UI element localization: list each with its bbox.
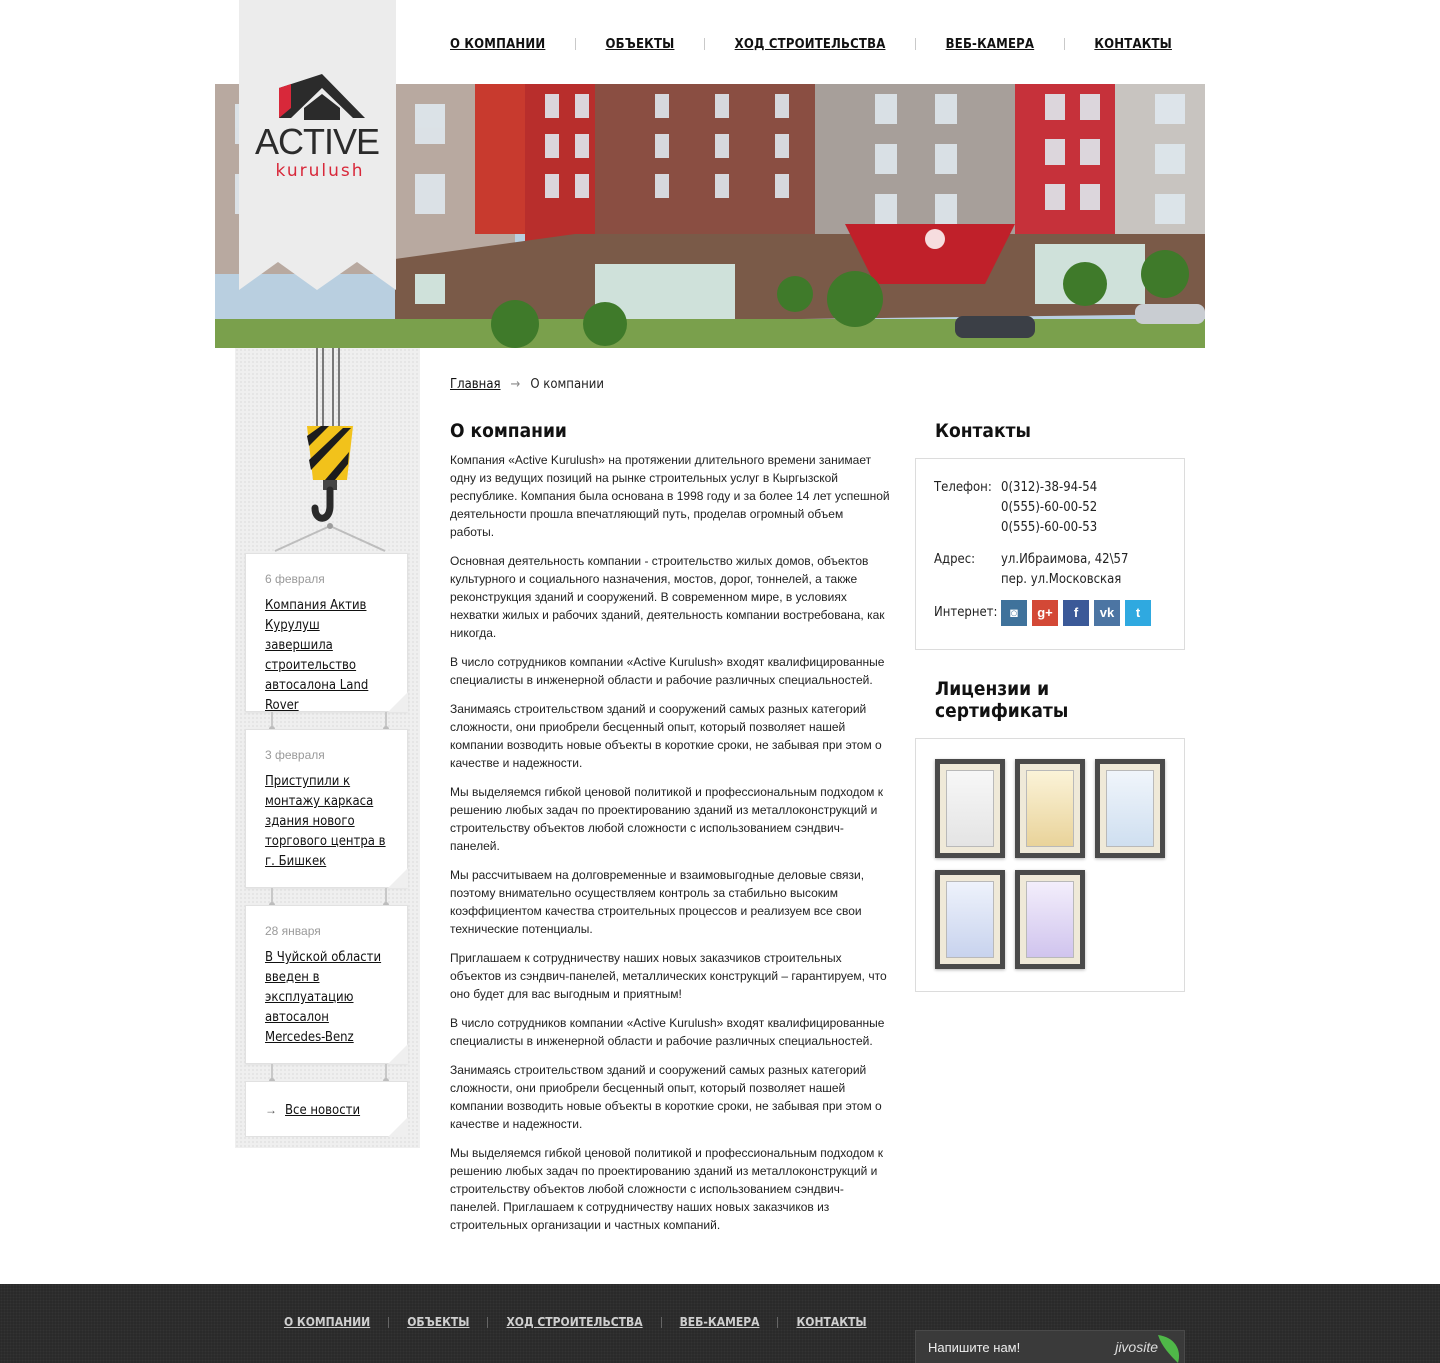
footer-navigation: О компании Объекты Ход строительства Веб… xyxy=(284,1315,867,1329)
chat-message[interactable]: Напишите нам! xyxy=(928,1340,1020,1355)
contacts-box: Телефон: 0(312)-38-94-54 0(555)-60-00-52… xyxy=(915,458,1185,650)
certificate-thumbnail[interactable] xyxy=(935,870,1005,969)
card-connector xyxy=(269,1064,275,1084)
article-paragraph: В число сотрудников компании «Active Kur… xyxy=(450,655,885,687)
instagram-icon[interactable]: ◙ xyxy=(1001,600,1027,626)
all-news-link[interactable]: Все новости xyxy=(285,1103,360,1118)
article-paragraph: Занимаясь строительством зданий и сооруж… xyxy=(450,1063,882,1131)
licenses-heading: Лицензии и сертификаты xyxy=(935,678,1069,722)
card-connector xyxy=(269,888,275,908)
certificate-thumbnail[interactable] xyxy=(1015,759,1085,858)
phone-number[interactable]: 0(312)-38-94-54 xyxy=(1001,478,1097,498)
news-title-link[interactable]: Приступили к монтажу каркаса здания ново… xyxy=(265,772,388,872)
article-paragraph: Основная деятельность компании - строите… xyxy=(450,554,885,640)
nav-link-objects[interactable]: Объекты xyxy=(606,37,675,52)
all-news-box: → Все новости xyxy=(245,1081,408,1137)
nav-link-about[interactable]: О компании xyxy=(450,37,545,52)
nav-separator xyxy=(487,1316,489,1328)
article-paragraph: Приглашаем к сотрудничеству наших новых … xyxy=(450,951,887,1001)
vk-icon[interactable]: vk xyxy=(1094,600,1120,626)
nav-separator xyxy=(574,38,576,50)
footer-link-objects[interactable]: Объекты xyxy=(407,1315,469,1329)
logo-ribbon[interactable]: ACTIVE kurulush xyxy=(239,0,396,290)
news-title-link[interactable]: Компания Актив Курулуш завершила строите… xyxy=(265,596,388,716)
twitter-icon[interactable]: t xyxy=(1125,600,1151,626)
right-sidebar: Контакты Телефон: 0(312)-38-94-54 0(555)… xyxy=(915,420,1185,992)
footer-link-contacts[interactable]: Контакты xyxy=(796,1315,866,1329)
page-fold-corner xyxy=(388,1044,408,1064)
logo[interactable]: ACTIVE kurulush xyxy=(239,0,396,290)
news-date: 28 января xyxy=(265,924,321,938)
nav-link-contacts[interactable]: Контакты xyxy=(1094,37,1172,52)
nav-separator xyxy=(704,38,706,50)
breadcrumb: Главная → О компании xyxy=(450,377,604,392)
card-connector xyxy=(383,1064,389,1084)
crane-hook-icon xyxy=(274,348,386,552)
footer: О компании Объекты Ход строительства Веб… xyxy=(0,1284,1440,1363)
article-paragraph: Мы выделяемся гибкой ценовой политикой и… xyxy=(450,1146,884,1232)
card-connector xyxy=(383,712,389,732)
arrow-right-icon: → xyxy=(510,377,521,392)
card-connector xyxy=(269,712,275,732)
nav-link-webcam[interactable]: Веб-камера xyxy=(946,37,1035,52)
nav-link-construction-progress[interactable]: Ход строительства xyxy=(735,37,886,52)
address-line: пер. ул.Московская xyxy=(1001,572,1122,587)
news-item: 3 февраля Приступили к монтажу каркаса з… xyxy=(245,729,408,888)
phone-row: Телефон: 0(312)-38-94-54 0(555)-60-00-52… xyxy=(934,478,1166,538)
nav-separator xyxy=(777,1316,779,1328)
page-fold-corner xyxy=(388,868,408,888)
internet-row: Интернет: ◙ g+ f vk t xyxy=(934,600,1166,626)
address-label: Адрес: xyxy=(934,552,976,567)
facebook-icon[interactable]: f xyxy=(1063,600,1089,626)
top-navigation: О компании Объекты Ход строительства Веб… xyxy=(450,34,1172,54)
news-item: 28 января В Чуйской области введен в экс… xyxy=(245,905,408,1064)
article-paragraph: Компания «Active Kurulush» на протяжении… xyxy=(450,453,890,539)
certificate-thumbnail[interactable] xyxy=(1015,870,1085,969)
google-plus-icon[interactable]: g+ xyxy=(1032,600,1058,626)
article-paragraph: Мы рассчитываем на долговременные и взаи… xyxy=(450,868,865,936)
phone-number[interactable]: 0(555)-60-00-53 xyxy=(1001,518,1097,538)
footer-link-about[interactable]: О компании xyxy=(284,1315,370,1329)
nav-separator xyxy=(1063,38,1065,50)
news-date: 3 февраля xyxy=(265,748,325,762)
licenses-gallery xyxy=(915,738,1185,992)
news-sidebar: 6 февраля Компания Актив Курулуш заверши… xyxy=(235,348,420,1148)
page-fold-corner xyxy=(388,1117,408,1137)
social-links: ◙ g+ f vk t xyxy=(1001,600,1151,626)
chat-brand: jivosite xyxy=(1115,1339,1158,1355)
nav-separator xyxy=(660,1316,662,1328)
article-paragraph: Занимаясь строительством зданий и сооруж… xyxy=(450,702,882,770)
arrow-right-icon: → xyxy=(265,1103,277,1117)
main-content: О компании Компания «Active Kurulush» на… xyxy=(450,420,890,1245)
chat-widget[interactable]: Напишите нам! jivosite xyxy=(915,1330,1185,1363)
certificate-thumbnail[interactable] xyxy=(1095,759,1165,858)
address-row: Адрес: ул.Ибраимова, 42\57 пер. ул.Моско… xyxy=(934,550,1166,590)
phone-label: Телефон: xyxy=(934,480,992,495)
leaf-icon xyxy=(1158,1335,1180,1363)
article-paragraph: В число сотрудников компании «Active Kur… xyxy=(450,1016,885,1048)
footer-link-construction-progress[interactable]: Ход строительства xyxy=(506,1315,642,1329)
certificate-thumbnail[interactable] xyxy=(935,759,1005,858)
phone-number[interactable]: 0(555)-60-00-52 xyxy=(1001,498,1097,518)
nav-separator xyxy=(388,1316,390,1328)
nav-separator xyxy=(915,38,917,50)
contacts-heading: Контакты xyxy=(935,420,1031,442)
breadcrumb-current: О компании xyxy=(530,377,604,392)
news-date: 6 февраля xyxy=(265,572,325,586)
news-item: 6 февраля Компания Актив Курулуш заверши… xyxy=(245,553,408,713)
logo-title: ACTIVE xyxy=(255,121,379,162)
card-connector xyxy=(383,888,389,908)
article-paragraph: Мы выделяемся гибкой ценовой политикой и… xyxy=(450,785,884,853)
logo-subtitle: kurulush xyxy=(276,161,365,181)
address-line: ул.Ибраимова, 42\57 xyxy=(1001,552,1129,567)
footer-link-webcam[interactable]: Веб-камера xyxy=(680,1315,760,1329)
news-title-link[interactable]: В Чуйской области введен в эксплуатацию … xyxy=(265,948,388,1048)
internet-label: Интернет: xyxy=(934,605,998,620)
page-fold-corner xyxy=(388,692,408,712)
page-title: О компании xyxy=(450,420,567,442)
breadcrumb-home-link[interactable]: Главная xyxy=(450,377,501,392)
